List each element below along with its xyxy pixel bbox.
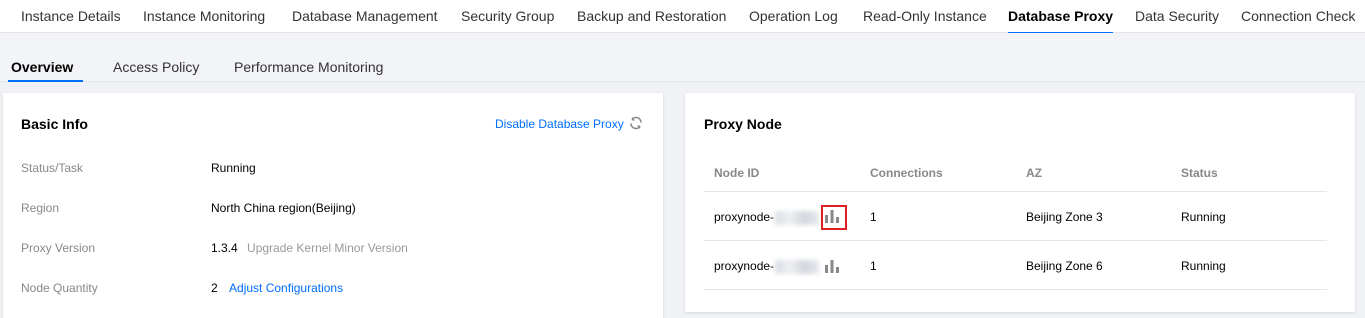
tab-security-group[interactable]: Security Group (461, 0, 554, 33)
proxy-node-title: Proxy Node (704, 116, 782, 132)
status-value: Running (211, 161, 256, 175)
proxy-node-panel: Proxy Node Node ID Connections AZ Status… (685, 93, 1355, 312)
proxy-version-label: Proxy Version (21, 241, 96, 255)
upgrade-kernel-link: Upgrade Kernel Minor Version (247, 241, 408, 255)
bar-chart-icon[interactable] (823, 258, 841, 274)
node-quantity-label: Node Quantity (21, 281, 98, 295)
row-divider (704, 289, 1327, 290)
header-divider (704, 191, 1327, 192)
subtab-access-policy[interactable]: Access Policy (113, 59, 199, 75)
tab-database-proxy[interactable]: Database Proxy (1008, 0, 1114, 34)
redacted-id (775, 259, 820, 274)
node-id-cell: proxynode- (714, 210, 820, 225)
node-quantity-row: 2 Adjust Configurations (211, 281, 343, 295)
tab-connection-check[interactable]: Connection Check (1241, 0, 1355, 33)
tab-backup-restoration[interactable]: Backup and Restoration (577, 0, 726, 33)
status-label: Status/Task (21, 161, 84, 175)
tab-data-security[interactable]: Data Security (1135, 0, 1219, 33)
region-label: Region (21, 201, 60, 215)
col-status: Status (1181, 166, 1218, 180)
col-az: AZ (1026, 166, 1042, 180)
adjust-configurations-link[interactable]: Adjust Configurations (229, 281, 343, 295)
node-id-prefix: proxynode- (714, 259, 775, 273)
tab-database-management[interactable]: Database Management (292, 0, 438, 33)
col-connections: Connections (870, 166, 943, 180)
refresh-icon[interactable] (628, 115, 644, 131)
disable-proxy-link[interactable]: Disable Database Proxy (495, 117, 624, 131)
status-cell: Running (1181, 259, 1226, 273)
region-value: North China region(Beijing) (211, 201, 356, 215)
subtab-performance-monitoring[interactable]: Performance Monitoring (234, 59, 383, 75)
tab-operation-log[interactable]: Operation Log (749, 0, 838, 33)
redacted-id (775, 210, 820, 225)
subtab-overview[interactable]: Overview (7, 59, 84, 82)
node-quantity-value: 2 (211, 281, 218, 295)
proxy-version-value: 1.3.4 (211, 241, 238, 255)
basic-info-title: Basic Info (21, 116, 88, 132)
status-cell: Running (1181, 210, 1226, 224)
node-id-prefix: proxynode- (714, 210, 775, 224)
top-tab-bar: Instance Details Instance Monitoring Dat… (0, 0, 1365, 34)
tab-instance-monitoring[interactable]: Instance Monitoring (143, 0, 265, 33)
connections-cell: 1 (870, 210, 877, 224)
basic-info-panel: Basic Info Disable Database Proxy Status… (3, 93, 663, 318)
col-node-id: Node ID (714, 166, 760, 180)
sub-tab-bar: Overview Access Policy Performance Monit… (0, 33, 1365, 82)
az-cell: Beijing Zone 6 (1026, 259, 1103, 273)
tab-read-only-instance[interactable]: Read-Only Instance (863, 0, 987, 33)
highlight-box (821, 205, 847, 230)
az-cell: Beijing Zone 3 (1026, 210, 1103, 224)
row-divider (704, 240, 1327, 241)
tab-instance-details[interactable]: Instance Details (21, 0, 121, 33)
node-id-cell: proxynode- (714, 259, 820, 274)
connections-cell: 1 (870, 259, 877, 273)
proxy-version-row: 1.3.4 Upgrade Kernel Minor Version (211, 241, 408, 255)
